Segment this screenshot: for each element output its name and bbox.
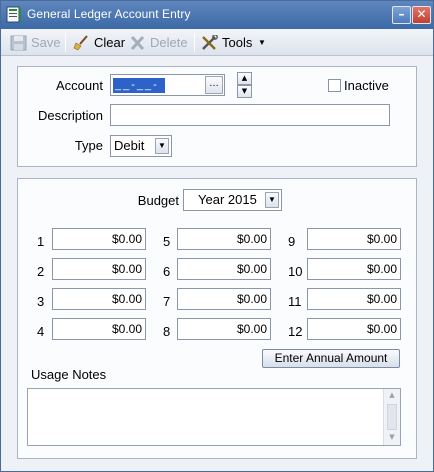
period-number: 8 — [163, 324, 171, 339]
minimize-button[interactable]: – — [392, 6, 411, 24]
account-label: Account — [56, 78, 103, 93]
chevron-down-icon[interactable]: ▼ — [155, 138, 169, 154]
title-bar[interactable]: General Ledger Account Entry – ✕ — [1, 1, 433, 29]
enter-annual-amount-button[interactable]: Enter Annual Amount — [262, 349, 400, 368]
type-label: Type — [74, 138, 103, 153]
chevron-down-icon[interactable]: ▼ — [387, 433, 397, 443]
period-10-amount[interactable]: $0.00 — [307, 258, 401, 280]
type-value: Debit — [114, 138, 145, 153]
tools-menu-button[interactable]: Tools ▼ — [201, 32, 267, 54]
minimize-icon: – — [398, 7, 405, 21]
budget-year-value: Year 2015 — [198, 192, 257, 207]
gl-account-window: General Ledger Account Entry – ✕ Save Cl… — [0, 0, 434, 472]
account-value: __-__-_ — [113, 78, 165, 105]
period-number: 12 — [288, 324, 303, 339]
toolbar-separator — [194, 33, 195, 52]
floppy-disk-icon — [10, 35, 27, 51]
usage-notes-textarea[interactable]: ▲ ▼ — [27, 388, 401, 446]
account-spin-up[interactable]: ▲ — [237, 72, 252, 85]
scroll-thumb[interactable] — [387, 404, 397, 430]
budget-label: Budget — [137, 193, 179, 208]
inactive-checkbox[interactable] — [328, 79, 341, 92]
ellipsis-icon: … — [209, 78, 219, 89]
usage-notes-label: Usage Notes — [31, 367, 107, 382]
period-number: 1 — [37, 234, 45, 249]
chevron-down-icon: ▼ — [241, 87, 248, 95]
dropdown-caret-icon: ▼ — [258, 38, 266, 47]
save-button[interactable]: Save — [10, 32, 62, 54]
notes-scrollbar[interactable]: ▲ ▼ — [383, 389, 400, 445]
close-button[interactable]: ✕ — [412, 6, 431, 24]
period-number: 2 — [37, 264, 45, 279]
period-2-amount[interactable]: $0.00 — [52, 258, 146, 280]
period-number: 4 — [37, 324, 45, 339]
period-6-amount[interactable]: $0.00 — [177, 258, 271, 280]
period-4-amount[interactable]: $0.00 — [52, 318, 146, 340]
period-number: 6 — [163, 264, 171, 279]
period-9-amount[interactable]: $0.00 — [307, 228, 401, 250]
chevron-up-icon: ▲ — [241, 74, 248, 82]
period-12-amount[interactable]: $0.00 — [307, 318, 401, 340]
period-3-amount[interactable]: $0.00 — [52, 288, 146, 310]
chevron-down-icon[interactable]: ▼ — [265, 192, 279, 208]
inactive-label: Inactive — [344, 78, 389, 93]
period-number: 7 — [163, 294, 171, 309]
description-label: Description — [37, 108, 103, 123]
toolbar-separator — [65, 33, 66, 52]
chevron-up-icon[interactable]: ▲ — [387, 391, 397, 401]
period-8-amount[interactable]: $0.00 — [177, 318, 271, 340]
toolbar: Save Clear Delete Tools ▼ — [1, 29, 433, 56]
account-field[interactable]: __-__-_ … — [110, 74, 225, 105]
period-number: 5 — [163, 234, 171, 249]
period-11-amount[interactable]: $0.00 — [307, 288, 401, 310]
period-number: 9 — [288, 234, 296, 249]
account-spin-down[interactable]: ▼ — [237, 85, 252, 98]
period-number: 10 — [288, 264, 303, 279]
description-input[interactable] — [110, 104, 390, 126]
period-5-amount[interactable]: $0.00 — [177, 228, 271, 250]
period-7-amount[interactable]: $0.00 — [177, 288, 271, 310]
ledger-book-icon — [6, 6, 21, 23]
period-number: 11 — [288, 294, 302, 309]
period-1-amount[interactable]: $0.00 — [52, 228, 146, 250]
period-number: 3 — [37, 294, 45, 309]
x-delete-icon — [130, 35, 145, 51]
budget-year-select[interactable]: Year 2015 ▼ — [183, 189, 282, 211]
type-select[interactable]: Debit ▼ — [110, 135, 172, 157]
clear-button[interactable]: Clear — [73, 32, 127, 54]
delete-button[interactable]: Delete — [129, 32, 191, 54]
close-icon: ✕ — [416, 7, 427, 21]
window-title: General Ledger Account Entry — [27, 7, 191, 21]
broom-icon — [73, 35, 88, 51]
account-lookup-button[interactable]: … — [205, 76, 223, 94]
tools-icon — [202, 35, 218, 50]
